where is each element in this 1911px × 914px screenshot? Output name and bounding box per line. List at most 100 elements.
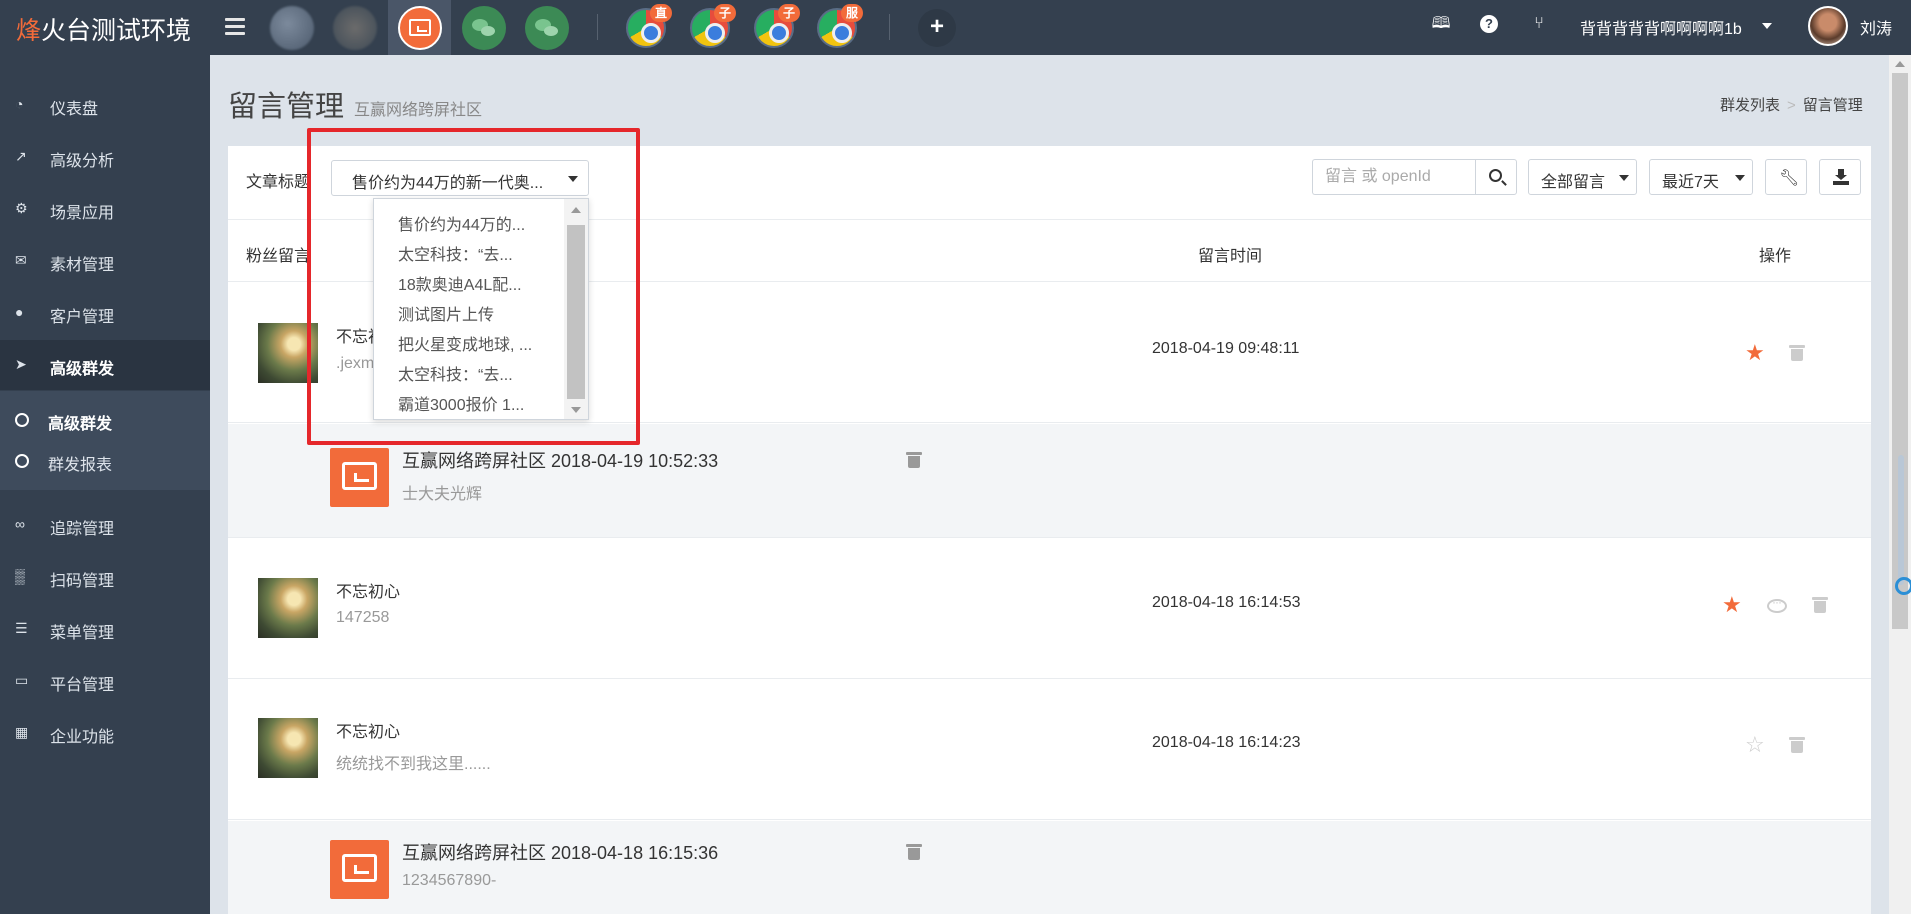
- sidebar-subitem-label: 高级群发: [48, 416, 113, 433]
- dropdown-option[interactable]: 18款奥迪A4L配...: [398, 271, 548, 295]
- wechat-account-icon[interactable]: [462, 6, 506, 50]
- search-icon: [1489, 169, 1502, 182]
- sidebar-item[interactable]: ➤ 高级群发: [0, 340, 210, 390]
- article-title-label: 文章标题: [246, 174, 311, 191]
- sidebar-item-label: 平台管理: [50, 677, 115, 694]
- dropdown-option[interactable]: 霸道3000报价 1...: [398, 391, 548, 415]
- chrome-account-icon[interactable]: 子: [754, 4, 800, 48]
- app-brand[interactable]: 烽火台测试环境: [16, 11, 191, 47]
- reply-title: 互赢网络跨屏社区 2018-04-19 10:52:33: [402, 451, 719, 471]
- delete-icon[interactable]: [906, 844, 922, 860]
- comment-icon[interactable]: [1767, 595, 1787, 613]
- sidebar-item-label: 菜单管理: [50, 625, 115, 642]
- sidebar-subnav: 高级群发群发报表: [0, 391, 210, 490]
- settings-button[interactable]: 🔧︎: [1765, 159, 1807, 195]
- sidebar-item-label: 追踪管理: [50, 521, 115, 538]
- breadcrumb-link[interactable]: 群发列表: [1720, 97, 1780, 114]
- branch-icon[interactable]: ⑂: [1528, 14, 1550, 34]
- sidebar-item[interactable]: ✉ 素材管理: [0, 236, 210, 286]
- qrcode-icon: ▒: [15, 568, 25, 584]
- column-header-comment: 粉丝留言: [246, 248, 311, 265]
- search-button[interactable]: [1475, 159, 1517, 195]
- article-select[interactable]: 售价约为44万的新一代奥...: [331, 160, 589, 196]
- sidebar-item[interactable]: ∞ 追踪管理: [0, 500, 210, 550]
- comment-filter-dropdown[interactable]: 全部留言: [1528, 159, 1637, 195]
- table-row: 不忘初心 147258 2018-04-18 16:14:53 ★: [228, 539, 1871, 679]
- fan-avatar[interactable]: [258, 323, 318, 383]
- scroll-up-icon[interactable]: [571, 207, 581, 213]
- add-account-button[interactable]: +: [918, 9, 956, 47]
- delete-icon[interactable]: [1812, 597, 1828, 613]
- dropdown-option[interactable]: 把火星变成地球, ...: [398, 331, 548, 355]
- top-bar: 烽火台测试环境 直 子 子 服 + 🕮 ? ⑂ 背背背背背啊啊啊啊1b 刘涛: [0, 0, 1911, 55]
- reply-row: 互赢网络跨屏社区 2018-04-19 10:52:33 士大夫光辉: [228, 424, 1871, 538]
- sidebar-item[interactable]: ▦ 企业功能: [0, 708, 210, 758]
- badge-direct: 直: [650, 4, 672, 22]
- brand-highlight: 烽: [16, 17, 42, 45]
- fan-avatar[interactable]: [258, 718, 318, 778]
- account-avatar-active[interactable]: [398, 6, 442, 50]
- chrome-account-icon[interactable]: 服: [817, 4, 863, 48]
- star-outline-icon[interactable]: ☆: [1745, 734, 1765, 756]
- reply-row: 互赢网络跨屏社区 2018-04-18 16:15:36 1234567890-: [228, 821, 1871, 914]
- scroll-up-icon[interactable]: [1895, 61, 1905, 67]
- scroll-indicator: [1895, 455, 1911, 595]
- sidebar-subitem[interactable]: 群发报表: [0, 443, 210, 481]
- fan-message: 147258: [336, 609, 390, 626]
- dropdown-option[interactable]: 太空科技：“去...: [398, 241, 548, 265]
- chrome-account-icon[interactable]: 直: [626, 4, 672, 48]
- divider: [597, 14, 598, 40]
- sidebar-item[interactable]: ↗ 高级分析: [0, 132, 210, 182]
- help-icon[interactable]: ?: [1480, 15, 1498, 33]
- search-input[interactable]: [1312, 159, 1476, 195]
- star-icon[interactable]: ★: [1745, 342, 1765, 364]
- book-icon[interactable]: 🕮: [1430, 14, 1452, 34]
- sidebar-item[interactable]: ▒ 扫码管理: [0, 552, 210, 602]
- comment-time: 2018-04-19 09:48:11: [1152, 340, 1300, 357]
- dropdown-option[interactable]: 太空科技：“去...: [398, 361, 548, 385]
- sidebar-item[interactable]: ● 客户管理: [0, 288, 210, 338]
- link-icon: ∞: [15, 516, 25, 532]
- delete-icon[interactable]: [1789, 737, 1805, 753]
- avatar[interactable]: [1808, 6, 1848, 46]
- sidebar-item-label: 仪表盘: [50, 101, 99, 118]
- official-account-logo: [330, 840, 389, 899]
- star-icon[interactable]: ★: [1722, 594, 1742, 616]
- chrome-account-icon[interactable]: 子: [690, 4, 736, 48]
- sidebar-item[interactable]: ◔ 仪表盘: [0, 80, 210, 130]
- user-display-name[interactable]: 刘涛: [1860, 15, 1892, 39]
- dropdown-option[interactable]: 售价约为44万的...: [398, 211, 548, 235]
- sidebar-item-label: 高级分析: [50, 153, 115, 170]
- page-title: 留言管理: [228, 91, 345, 123]
- scroll-down-icon[interactable]: [571, 407, 581, 413]
- circle-icon: [15, 454, 29, 468]
- wechat-account-icon[interactable]: [525, 6, 569, 50]
- account-avatar-2[interactable]: [333, 6, 377, 50]
- dropdown-scrollbar[interactable]: [564, 199, 588, 419]
- badge-child: 子: [778, 4, 800, 22]
- dropdown-option[interactable]: 测试图片上传: [398, 301, 548, 325]
- sidebar-item-label: 素材管理: [50, 257, 115, 274]
- sidebar-item[interactable]: ▭ 平台管理: [0, 656, 210, 706]
- delete-icon[interactable]: [906, 452, 922, 468]
- chevron-down-icon[interactable]: [1762, 23, 1772, 29]
- brand-text: 火台测试环境: [41, 17, 192, 45]
- sidebar-subitem[interactable]: 高级群发: [0, 402, 210, 440]
- wrench-icon: 🔧︎: [1779, 170, 1800, 187]
- export-button[interactable]: [1819, 159, 1861, 195]
- user-menu-name[interactable]: 背背背背背啊啊啊啊1b: [1580, 15, 1742, 39]
- delete-icon[interactable]: [1789, 345, 1805, 361]
- menu-toggle-icon[interactable]: [225, 14, 245, 38]
- date-range-dropdown[interactable]: 最近7天: [1649, 159, 1753, 195]
- sidebar-item[interactable]: ⚙ 场景应用: [0, 184, 210, 234]
- list-icon: ☰: [15, 620, 28, 636]
- fan-avatar[interactable]: [258, 578, 318, 638]
- date-range-label: 最近7天: [1662, 174, 1719, 191]
- scrollbar-thumb[interactable]: [567, 225, 585, 399]
- sidebar-item-label: 高级群发: [50, 361, 115, 378]
- page-scrollbar[interactable]: [1889, 55, 1911, 914]
- account-avatar-1[interactable]: [270, 6, 314, 50]
- comment-time: 2018-04-18 16:14:23: [1152, 734, 1301, 751]
- fan-message: .jexm: [336, 355, 375, 372]
- sidebar-item[interactable]: ☰ 菜单管理: [0, 604, 210, 654]
